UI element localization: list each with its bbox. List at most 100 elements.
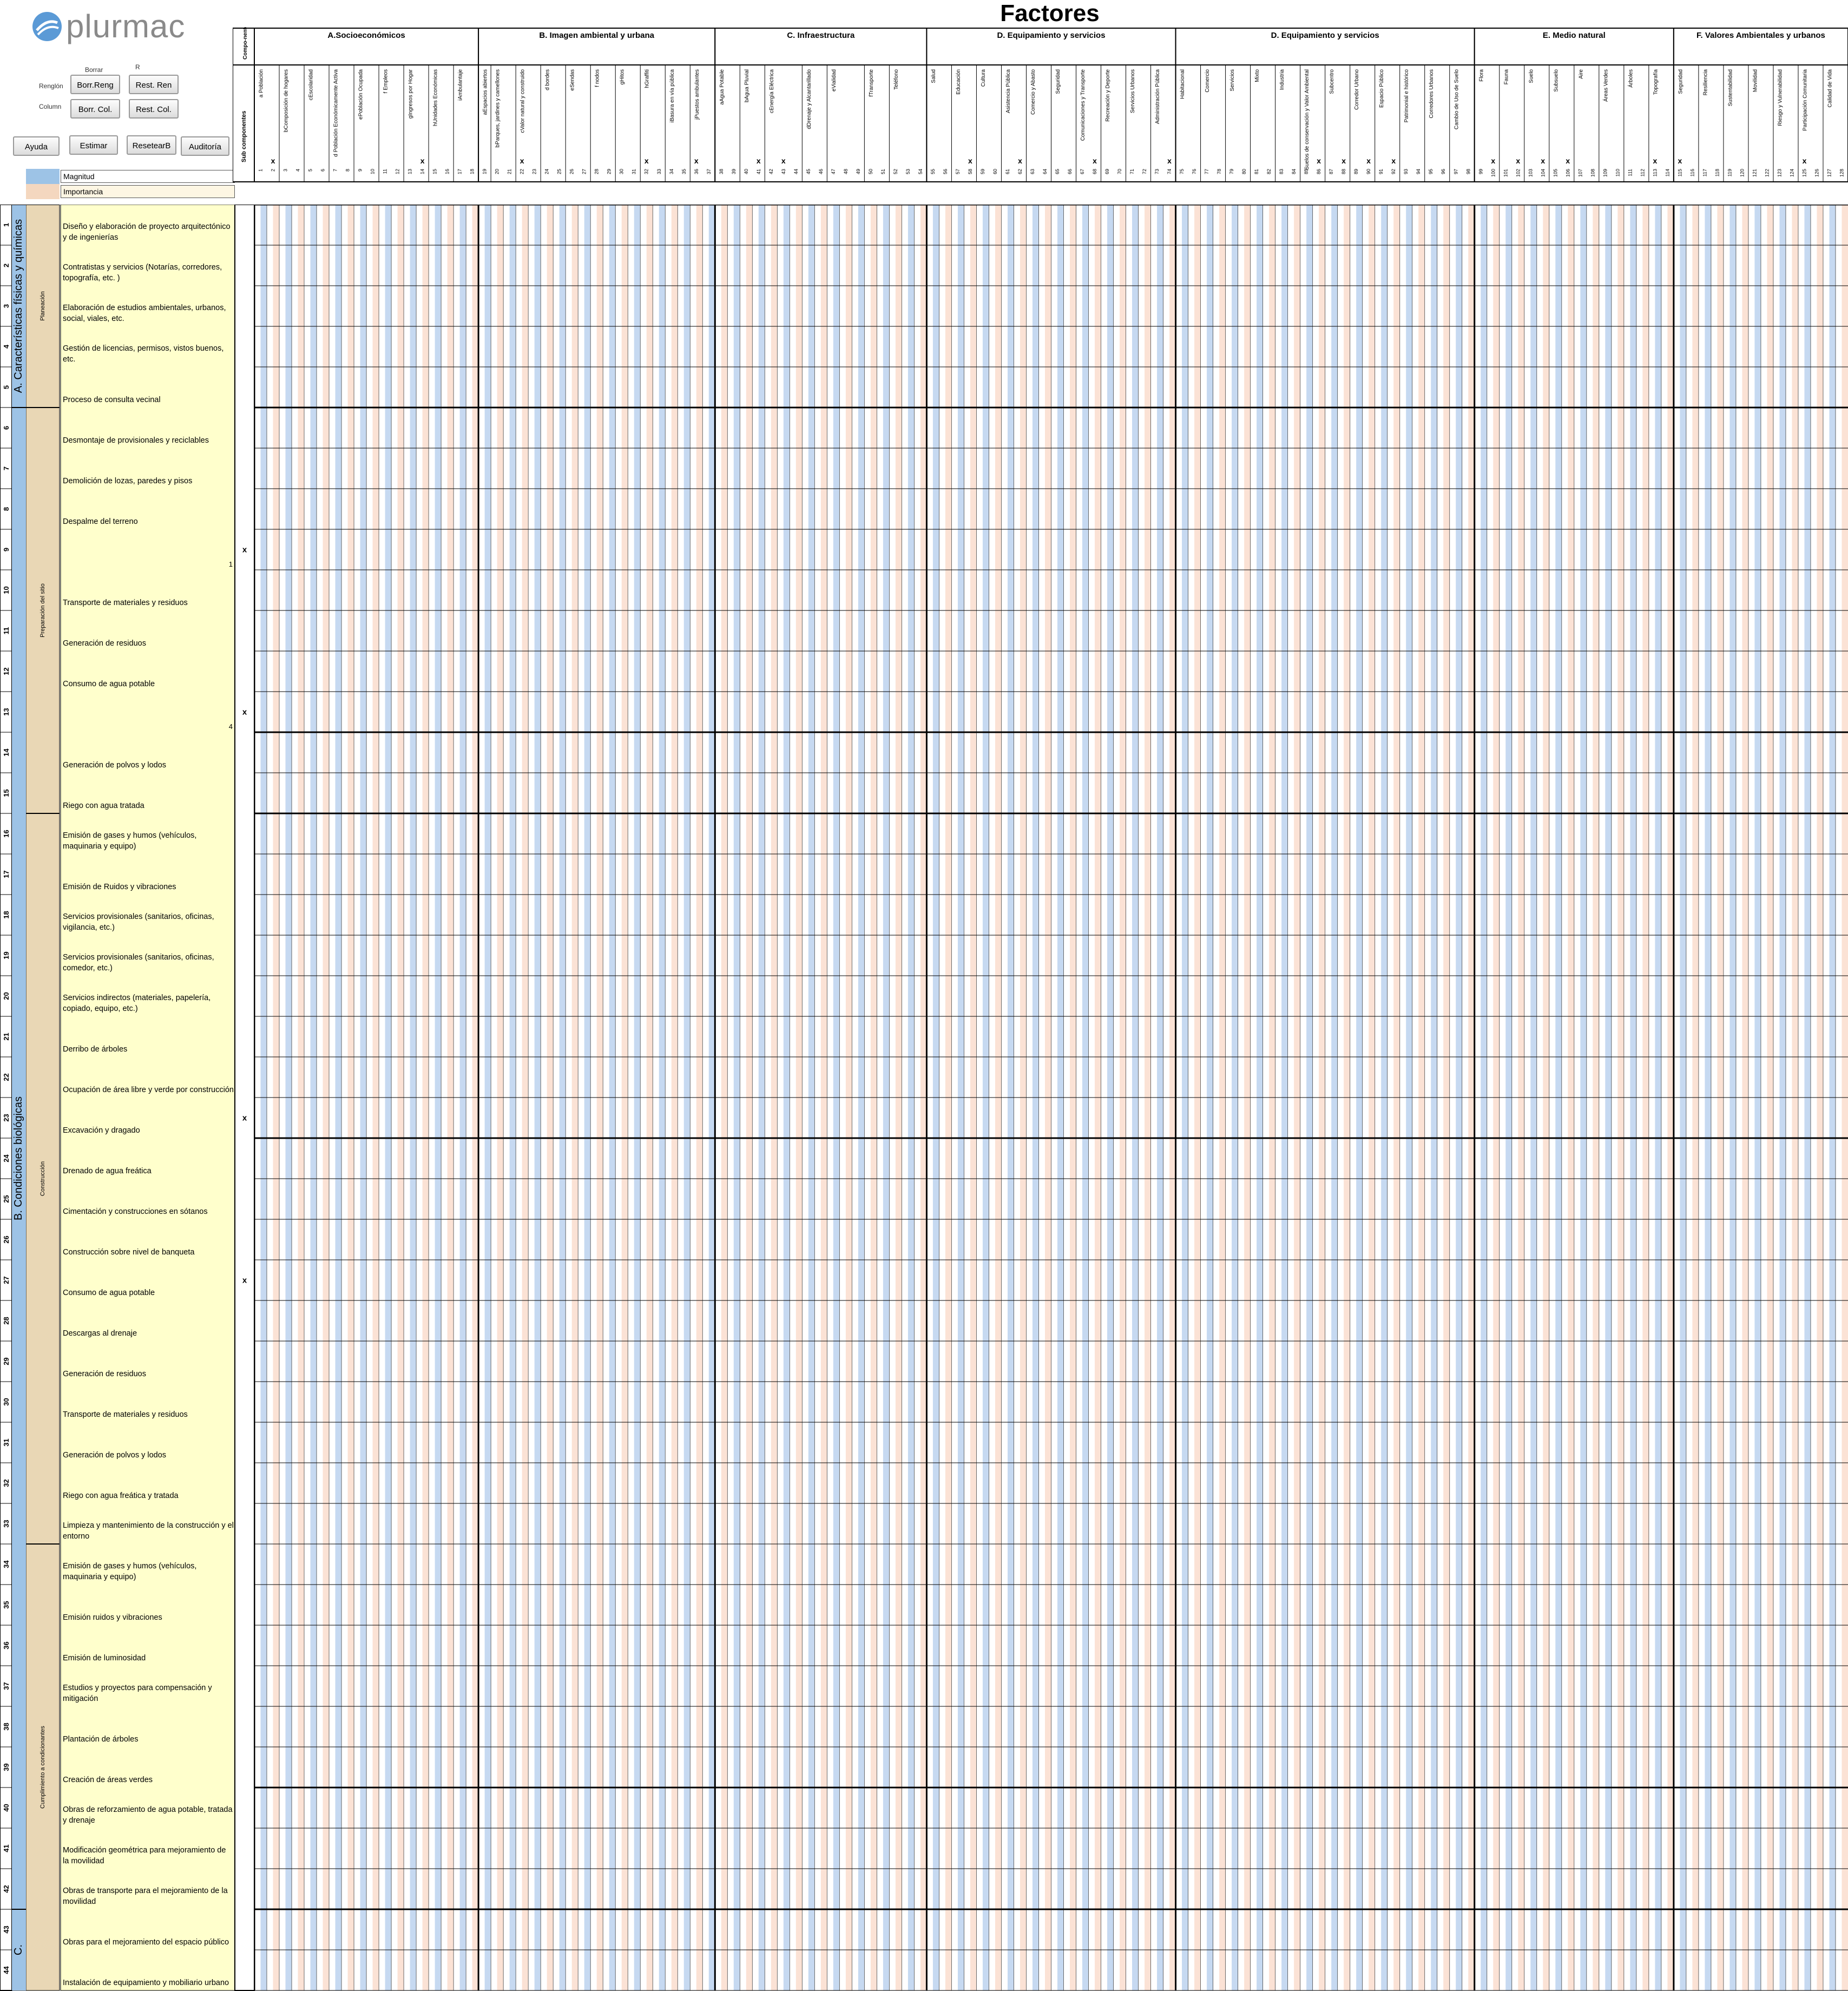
column-x-mark: x — [1317, 156, 1321, 165]
activity-row-label[interactable]: Modificación geométrica para mejoramient… — [61, 1829, 234, 1867]
activity-row-label[interactable]: Servicios provisionales (sanitarios, ofi… — [61, 936, 234, 974]
activity-row-label[interactable]: Plantación de árboles — [61, 1707, 234, 1745]
row-number: 19 — [2, 951, 10, 959]
activity-row-label[interactable]: Derribo de árboles — [61, 1017, 234, 1055]
activity-row-label[interactable]: Generación de residuos — [61, 612, 234, 649]
column-number: 104 — [1540, 169, 1546, 177]
column-number: 35 — [681, 169, 687, 174]
activity-row-label[interactable]: Despalme del terreno — [61, 490, 234, 527]
restaurar-columna-button[interactable]: Rest. Col. — [129, 99, 179, 119]
column-number: 22 — [519, 169, 525, 174]
column-number: 74 — [1167, 169, 1172, 174]
subcomponent-label: d bordes — [545, 69, 551, 90]
column-number: 61 — [1005, 169, 1010, 174]
activity-row-label[interactable]: Ocupación de área libre y verde por cons… — [61, 1058, 234, 1095]
subcomponent-label: ePoblación Ocupada — [358, 69, 364, 120]
activity-row-label[interactable]: Servicios provisionales (sanitarios, ofi… — [61, 896, 234, 933]
subcomponent-label: jPuestos ambulantes — [694, 69, 700, 120]
column-number: 84 — [1291, 169, 1297, 174]
column-number: 113 — [1652, 169, 1658, 176]
column-number: 55 — [930, 169, 936, 174]
borrar-columna-button[interactable]: Borr. Col. — [70, 99, 120, 119]
column-number: 58 — [968, 169, 973, 174]
column-number: 34 — [669, 169, 674, 174]
borrar-renglon-button[interactable]: Borr.Reng — [70, 75, 120, 94]
activity-row-label[interactable]: Descargas al drenaje — [61, 1302, 234, 1339]
restaurar-renglon-button[interactable]: Rest. Ren — [129, 75, 179, 94]
column-number: 5 — [308, 169, 313, 172]
row-number: 9 — [2, 548, 10, 551]
column-number: 90 — [1366, 169, 1371, 174]
activity-row-label[interactable]: Limpieza y mantenimiento de la construcc… — [61, 1504, 234, 1542]
factor-group-title: D. Equipamiento y servicios — [1271, 31, 1379, 40]
activity-row-label[interactable]: Consumo de agua potable — [61, 1261, 234, 1298]
activity-row-label[interactable]: Elaboración de estudios ambientales, urb… — [61, 287, 234, 324]
activity-row-label[interactable]: Demolición de lozas, paredes y pisos — [61, 449, 234, 487]
column-number: 102 — [1515, 169, 1521, 177]
activity-row-label[interactable]: Consumo de agua potable — [61, 652, 234, 689]
column-number: 49 — [856, 169, 861, 174]
activity-row-label[interactable]: Generación de polvos y lodos — [61, 1423, 234, 1461]
column-number: 9 — [358, 169, 363, 172]
column-number: 38 — [719, 169, 724, 174]
column-number: 7 — [333, 169, 338, 172]
factor-group-title: A.Socioeconómicos — [327, 31, 405, 40]
activity-row-label[interactable]: Construcción sobre nivel de banqueta — [61, 1220, 234, 1258]
subcomponent-label: eSendas — [570, 69, 576, 90]
column-x-mark: x — [1341, 156, 1346, 165]
activity-row-label[interactable]: Generación de residuos — [61, 1342, 234, 1379]
column-number: 123 — [1777, 169, 1782, 177]
subcomponent-label: Suelos de conservación y Valor Ambiental — [1304, 69, 1310, 170]
estimar-button[interactable]: Estimar — [69, 135, 118, 155]
activity-row-label[interactable]: Cimentación y construcciones en sótanos — [61, 1180, 234, 1217]
activity-row-label[interactable]: Generación de polvos y lodos — [61, 733, 234, 771]
activity-row-label[interactable]: Creación de áreas verdes — [61, 1748, 234, 1785]
column-number: 69 — [1104, 169, 1110, 174]
auditoria-button[interactable]: Auditoría — [181, 136, 229, 156]
activity-row-label[interactable]: Transporte de materiales y residuos — [61, 1383, 234, 1420]
activity-row-label[interactable]: Excavación y dragado — [61, 1099, 234, 1136]
magnitud-swatch — [26, 169, 60, 184]
ayuda-button[interactable]: Ayuda — [13, 136, 60, 156]
column-number: 46 — [818, 169, 824, 174]
phase-label: Cumplimiento a condicionantes — [40, 1726, 46, 1809]
subcomponent-label: bComposición de hogares — [284, 69, 290, 132]
activity-row-label[interactable] — [61, 530, 234, 568]
activity-row-label[interactable]: Emisión de luminosidad — [61, 1626, 234, 1664]
activity-row-label[interactable]: Estudios y proyectos para compensación y… — [61, 1667, 234, 1704]
activity-row-label[interactable]: Contratistas y servicios (Notarías, corr… — [61, 246, 234, 284]
column-number: 87 — [1329, 169, 1334, 174]
activity-row-label[interactable]: Servicios indirectos (materiales, papele… — [61, 977, 234, 1014]
activity-row-label[interactable]: Gestión de licencias, permisos, vistos b… — [61, 327, 234, 365]
activity-row-label[interactable]: Obras de reforzamiento de agua potable, … — [61, 1789, 234, 1826]
activity-row-label[interactable]: Desmontaje de provisionales y reciclable… — [61, 409, 234, 446]
activity-row-label[interactable]: Instalación de equipamiento y mobiliario… — [61, 1951, 234, 1988]
column-number: 98 — [1465, 169, 1471, 174]
resetear-button[interactable]: ResetearB — [127, 135, 176, 155]
column-number: 125 — [1801, 169, 1807, 177]
subcomponent-label: gIngresos por Hogar — [408, 69, 414, 119]
activity-row-label[interactable]: Emisión ruidos y vibraciones — [61, 1586, 234, 1623]
column-number: 63 — [1030, 169, 1035, 174]
subcomponent-label: fTransporte — [869, 69, 874, 97]
activity-row-label[interactable]: Obras de transporte para el mejoramiento… — [61, 1870, 234, 1907]
row-x-mark: x — [242, 708, 247, 717]
r-label: R — [135, 63, 140, 71]
activity-row-label[interactable] — [61, 693, 234, 730]
row-number: 7 — [2, 466, 10, 470]
importancia-swatch — [26, 184, 60, 199]
column-number: 88 — [1341, 169, 1346, 174]
activity-row-label[interactable]: Diseño y elaboración de proyecto arquite… — [61, 206, 234, 243]
subcomponent-label: iBasura en vía pública — [669, 69, 675, 123]
activity-row-label[interactable]: Emisión de Ruidos y vibraciones — [61, 855, 234, 892]
activity-row-label[interactable]: Proceso de consulta vecinal — [61, 368, 234, 405]
activity-row-label[interactable]: Transporte de materiales y residuos — [61, 571, 234, 608]
activity-row-label[interactable]: Emisión de gases y humos (vehículos, maq… — [61, 1545, 234, 1582]
activity-row-label[interactable]: Emisión de gases y humos (vehículos, maq… — [61, 814, 234, 852]
activity-row-label[interactable]: Riego con agua freática y tratada — [61, 1464, 234, 1501]
row-number: 12 — [2, 667, 10, 675]
activity-row-label[interactable]: Riego con agua tratada — [61, 774, 234, 811]
activity-row-label[interactable]: Drenado de agua freática — [61, 1139, 234, 1177]
activity-row-label[interactable]: Obras para el mejoramiento del espacio p… — [61, 1910, 234, 1948]
column-number: 36 — [694, 169, 699, 174]
